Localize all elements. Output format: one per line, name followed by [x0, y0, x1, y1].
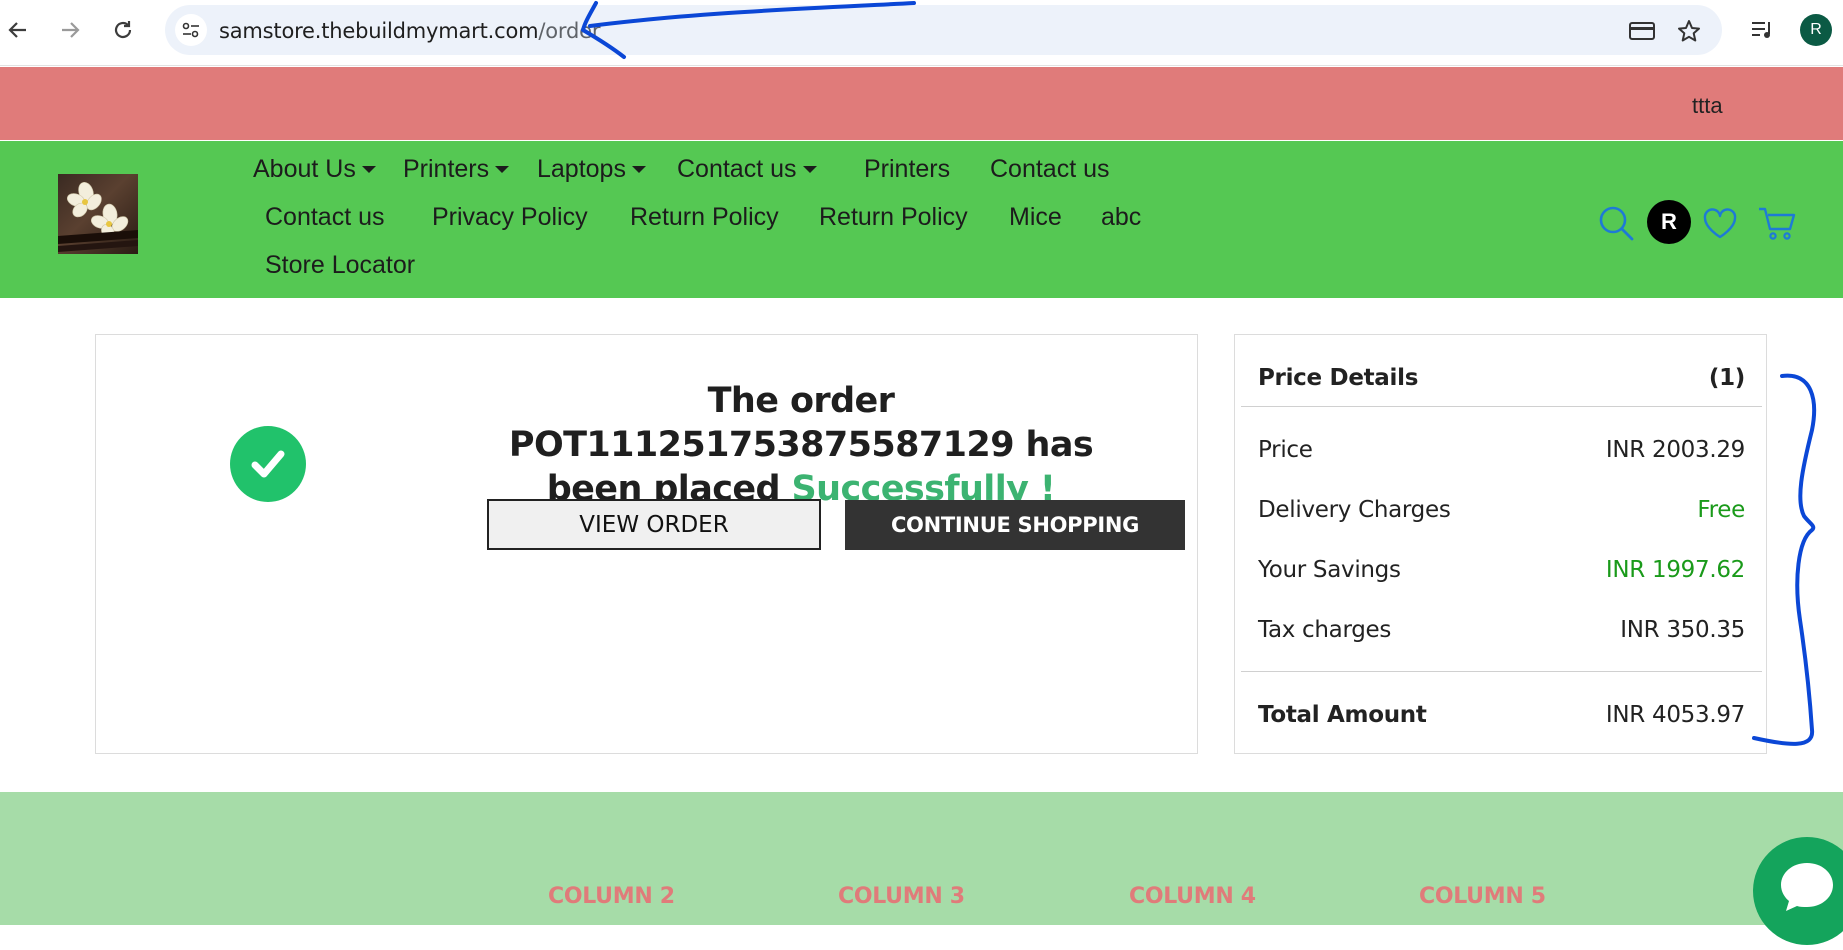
total-amount-row: Total Amount INR 4053.97 [1258, 702, 1745, 728]
menu-label: Return Policy [630, 203, 779, 231]
site-header: About Us Printers Laptops Contact us Pri… [0, 141, 1843, 298]
row-label: Your Savings [1258, 557, 1401, 583]
price-details-card: Price Details (1) Price INR 2003.29 Deli… [1234, 334, 1767, 754]
menu-label: abc [1101, 203, 1142, 231]
menu-privacy-policy[interactable]: Privacy Policy [432, 203, 588, 232]
item-count: (1) [1708, 365, 1745, 391]
row-label: Price [1258, 437, 1313, 463]
row-label: Tax charges [1258, 617, 1392, 643]
order-success-message: The order POT111251753875587129 has been… [486, 379, 1116, 511]
menu-store-locator[interactable]: Store Locator [265, 251, 415, 280]
menu-laptops[interactable]: Laptops [537, 155, 646, 184]
total-value: INR 4053.97 [1605, 702, 1745, 728]
menu-return-policy-2[interactable]: Return Policy [819, 203, 968, 232]
chevron-down-icon [495, 166, 510, 173]
footer-column-heading: COLUMN 3 [838, 884, 965, 909]
user-account-button[interactable]: R [1647, 200, 1691, 244]
menu-printers[interactable]: Printers [864, 155, 950, 184]
menu-label: Store Locator [265, 251, 416, 279]
menu-contact-us-2[interactable]: Contact us [265, 203, 385, 232]
savings-row: Your Savings INR 1997.62 [1258, 557, 1745, 583]
price-details-title: Price Details [1258, 365, 1419, 391]
footer-column-heading: COLUMN 5 [1419, 884, 1546, 909]
announcement-bar: ttta [0, 67, 1843, 140]
delivery-charges-row: Delivery Charges Free [1258, 497, 1745, 523]
row-value: INR 2003.29 [1605, 437, 1745, 463]
menu-abc[interactable]: abc [1101, 203, 1141, 232]
url-host: samstore.thebuildmymart.com [219, 19, 539, 43]
url-path: /order [538, 19, 601, 43]
menu-printers-dropdown[interactable]: Printers [403, 155, 510, 184]
reload-icon[interactable] [107, 14, 139, 46]
footer-column-heading: COLUMN 2 [548, 884, 675, 909]
view-order-button[interactable]: VIEW ORDER [487, 499, 821, 550]
card-icon[interactable] [1628, 17, 1656, 45]
order-confirmation-card: The order POT111251753875587129 has been… [95, 334, 1198, 754]
menu-label: Printers [403, 155, 490, 183]
row-value: INR 350.35 [1620, 617, 1745, 643]
menu-label: Laptops [537, 155, 626, 183]
chat-button[interactable] [1753, 837, 1843, 945]
tax-charges-row: Tax charges INR 350.35 [1258, 617, 1745, 643]
address-bar[interactable]: samstore.thebuildmymart.com/order [165, 5, 1722, 55]
row-value: INR 1997.62 [1605, 557, 1745, 583]
chevron-down-icon [361, 166, 376, 173]
cart-icon[interactable] [1756, 202, 1798, 244]
menu-label: Return Policy [819, 203, 968, 231]
menu-label: Contact us [265, 203, 385, 231]
site-footer: COLUMN 2 COLUMN 3 COLUMN 4 COLUMN 5 [0, 792, 1843, 925]
chat-icon [1781, 863, 1833, 911]
url-text[interactable]: samstore.thebuildmymart.com/order [219, 19, 600, 43]
search-icon[interactable] [1596, 203, 1636, 243]
chevron-down-icon [631, 166, 646, 173]
footer-column-heading: COLUMN 4 [1129, 884, 1256, 909]
total-label: Total Amount [1258, 702, 1427, 728]
forward-arrow-icon[interactable] [54, 14, 86, 46]
site-settings-icon[interactable] [175, 14, 207, 46]
media-queue-icon[interactable] [1746, 14, 1778, 46]
continue-shopping-button[interactable]: CONTINUE SHOPPING [845, 500, 1185, 550]
menu-label: Contact us [677, 155, 797, 183]
menu-mice[interactable]: Mice [1009, 203, 1062, 232]
menu-label: Mice [1009, 203, 1062, 231]
price-details-header: Price Details (1) [1258, 365, 1745, 391]
announcement-text: ttta [1692, 93, 1723, 118]
menu-about-us[interactable]: About Us [253, 155, 376, 184]
heart-icon[interactable] [1700, 205, 1740, 243]
chevron-down-icon [802, 166, 817, 173]
menu-label: Contact us [990, 155, 1110, 183]
price-row: Price INR 2003.29 [1258, 437, 1745, 463]
menu-label: About Us [253, 155, 356, 183]
menu-contact-us-dropdown[interactable]: Contact us [677, 155, 817, 184]
row-value: Free [1697, 497, 1745, 523]
divider [1241, 406, 1762, 407]
divider [1241, 671, 1762, 672]
star-icon[interactable] [1675, 17, 1703, 45]
profile-avatar[interactable]: R [1800, 14, 1832, 46]
checkmark-icon [230, 426, 306, 502]
back-arrow-icon[interactable] [2, 14, 34, 46]
menu-label: Privacy Policy [432, 203, 588, 231]
menu-label: Printers [864, 155, 951, 183]
row-label: Delivery Charges [1258, 497, 1451, 523]
store-logo[interactable] [58, 174, 138, 254]
menu-contact-us[interactable]: Contact us [990, 155, 1110, 184]
menu-return-policy[interactable]: Return Policy [630, 203, 779, 232]
browser-toolbar: samstore.thebuildmymart.com/order R [0, 0, 1843, 66]
